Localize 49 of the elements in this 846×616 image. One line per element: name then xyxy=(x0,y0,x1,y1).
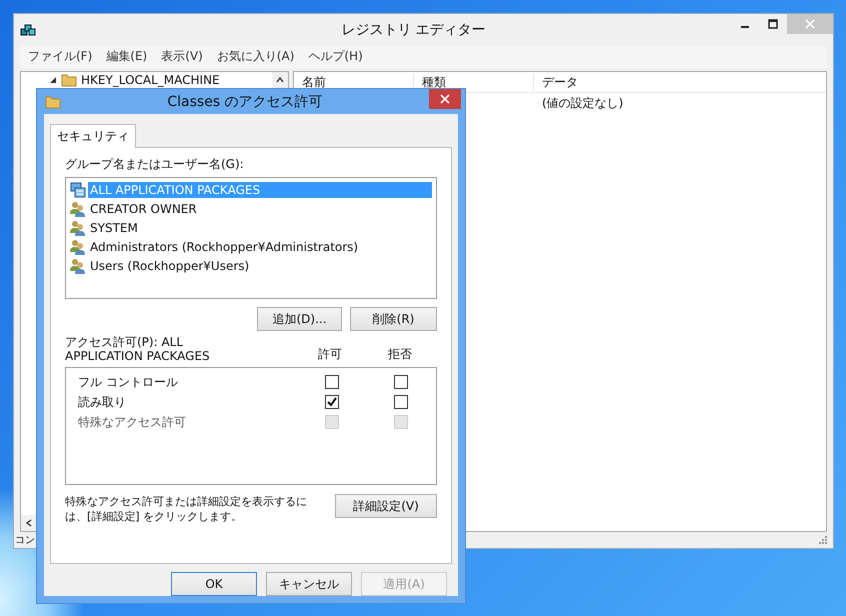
users-icon xyxy=(70,238,86,254)
checkbox[interactable] xyxy=(394,375,408,389)
checkbox[interactable] xyxy=(324,375,339,389)
dialog-title: Classes のアクセス許可 xyxy=(166,92,324,110)
menu-item[interactable]: ヘルプ(H) xyxy=(308,48,363,66)
column-header[interactable]: データ xyxy=(534,74,826,90)
permission-name: 読み取り xyxy=(78,394,127,410)
tab[interactable]: セキュリティ xyxy=(50,124,136,148)
user-list-item[interactable]: Administrators (Rockhopper¥Administrators) xyxy=(88,238,360,254)
menu-item[interactable]: お気に入り(A) xyxy=(216,48,294,66)
dialog-button[interactable]: キャンセル xyxy=(266,572,352,596)
close-icon xyxy=(805,19,815,29)
permissions-label: アクセス許可(P): ALL APPLICATION PACKAGES xyxy=(65,335,211,363)
status-bar-text: コン xyxy=(15,534,35,547)
checkbox[interactable] xyxy=(394,395,408,409)
section-label: グループ名またはユーザー名(G): xyxy=(65,156,245,173)
users-icon xyxy=(70,220,86,236)
permission-name: フル コントロール xyxy=(78,374,179,390)
column-header: 拒否 xyxy=(387,346,413,363)
permission-name: 特殊なアクセス許可 xyxy=(78,414,187,430)
scrollbar[interactable] xyxy=(272,72,288,88)
column-header: 許可 xyxy=(317,346,343,363)
close-button[interactable] xyxy=(429,89,461,109)
package-icon xyxy=(70,182,86,198)
tree-item[interactable]: HKEY_LOCAL_MACHINE xyxy=(81,72,220,86)
dialog-button[interactable]: OK xyxy=(171,572,257,596)
menu-item[interactable]: 表示(V) xyxy=(161,48,203,66)
minimize-icon xyxy=(741,26,749,28)
user-list-item[interactable]: SYSTEM xyxy=(88,220,140,236)
advanced-button[interactable]: 詳細設定(V) xyxy=(335,494,437,518)
resize-grip-icon[interactable] xyxy=(818,535,828,545)
window-title: レジストリ エディター xyxy=(340,21,487,39)
scrollbar[interactable] xyxy=(21,515,37,531)
users-icon xyxy=(70,258,86,274)
user-list-item[interactable]: Users (Rockhopper¥Users) xyxy=(88,258,252,274)
expanded-arrow-icon[interactable] xyxy=(49,76,57,84)
close-icon xyxy=(440,94,450,104)
menu-item[interactable]: ファイル(F) xyxy=(28,48,92,66)
menu-item[interactable]: 編集(E) xyxy=(106,48,148,66)
users-icon xyxy=(70,200,86,216)
user-list-item[interactable]: CREATOR OWNER xyxy=(88,200,199,216)
table-cell-text: (値の設定なし) xyxy=(541,94,624,112)
maximize-icon xyxy=(768,19,778,29)
remove-button[interactable]: 削除(R) xyxy=(350,307,437,331)
cubes-icon xyxy=(20,22,36,38)
help-text: 特殊なアクセス許可または詳細設定を表示するに は、[詳細設定] をクリックします。 xyxy=(65,494,307,524)
add-button[interactable]: 追加(D)... xyxy=(257,307,342,331)
folder-icon xyxy=(45,94,61,110)
checkbox[interactable] xyxy=(324,395,339,409)
